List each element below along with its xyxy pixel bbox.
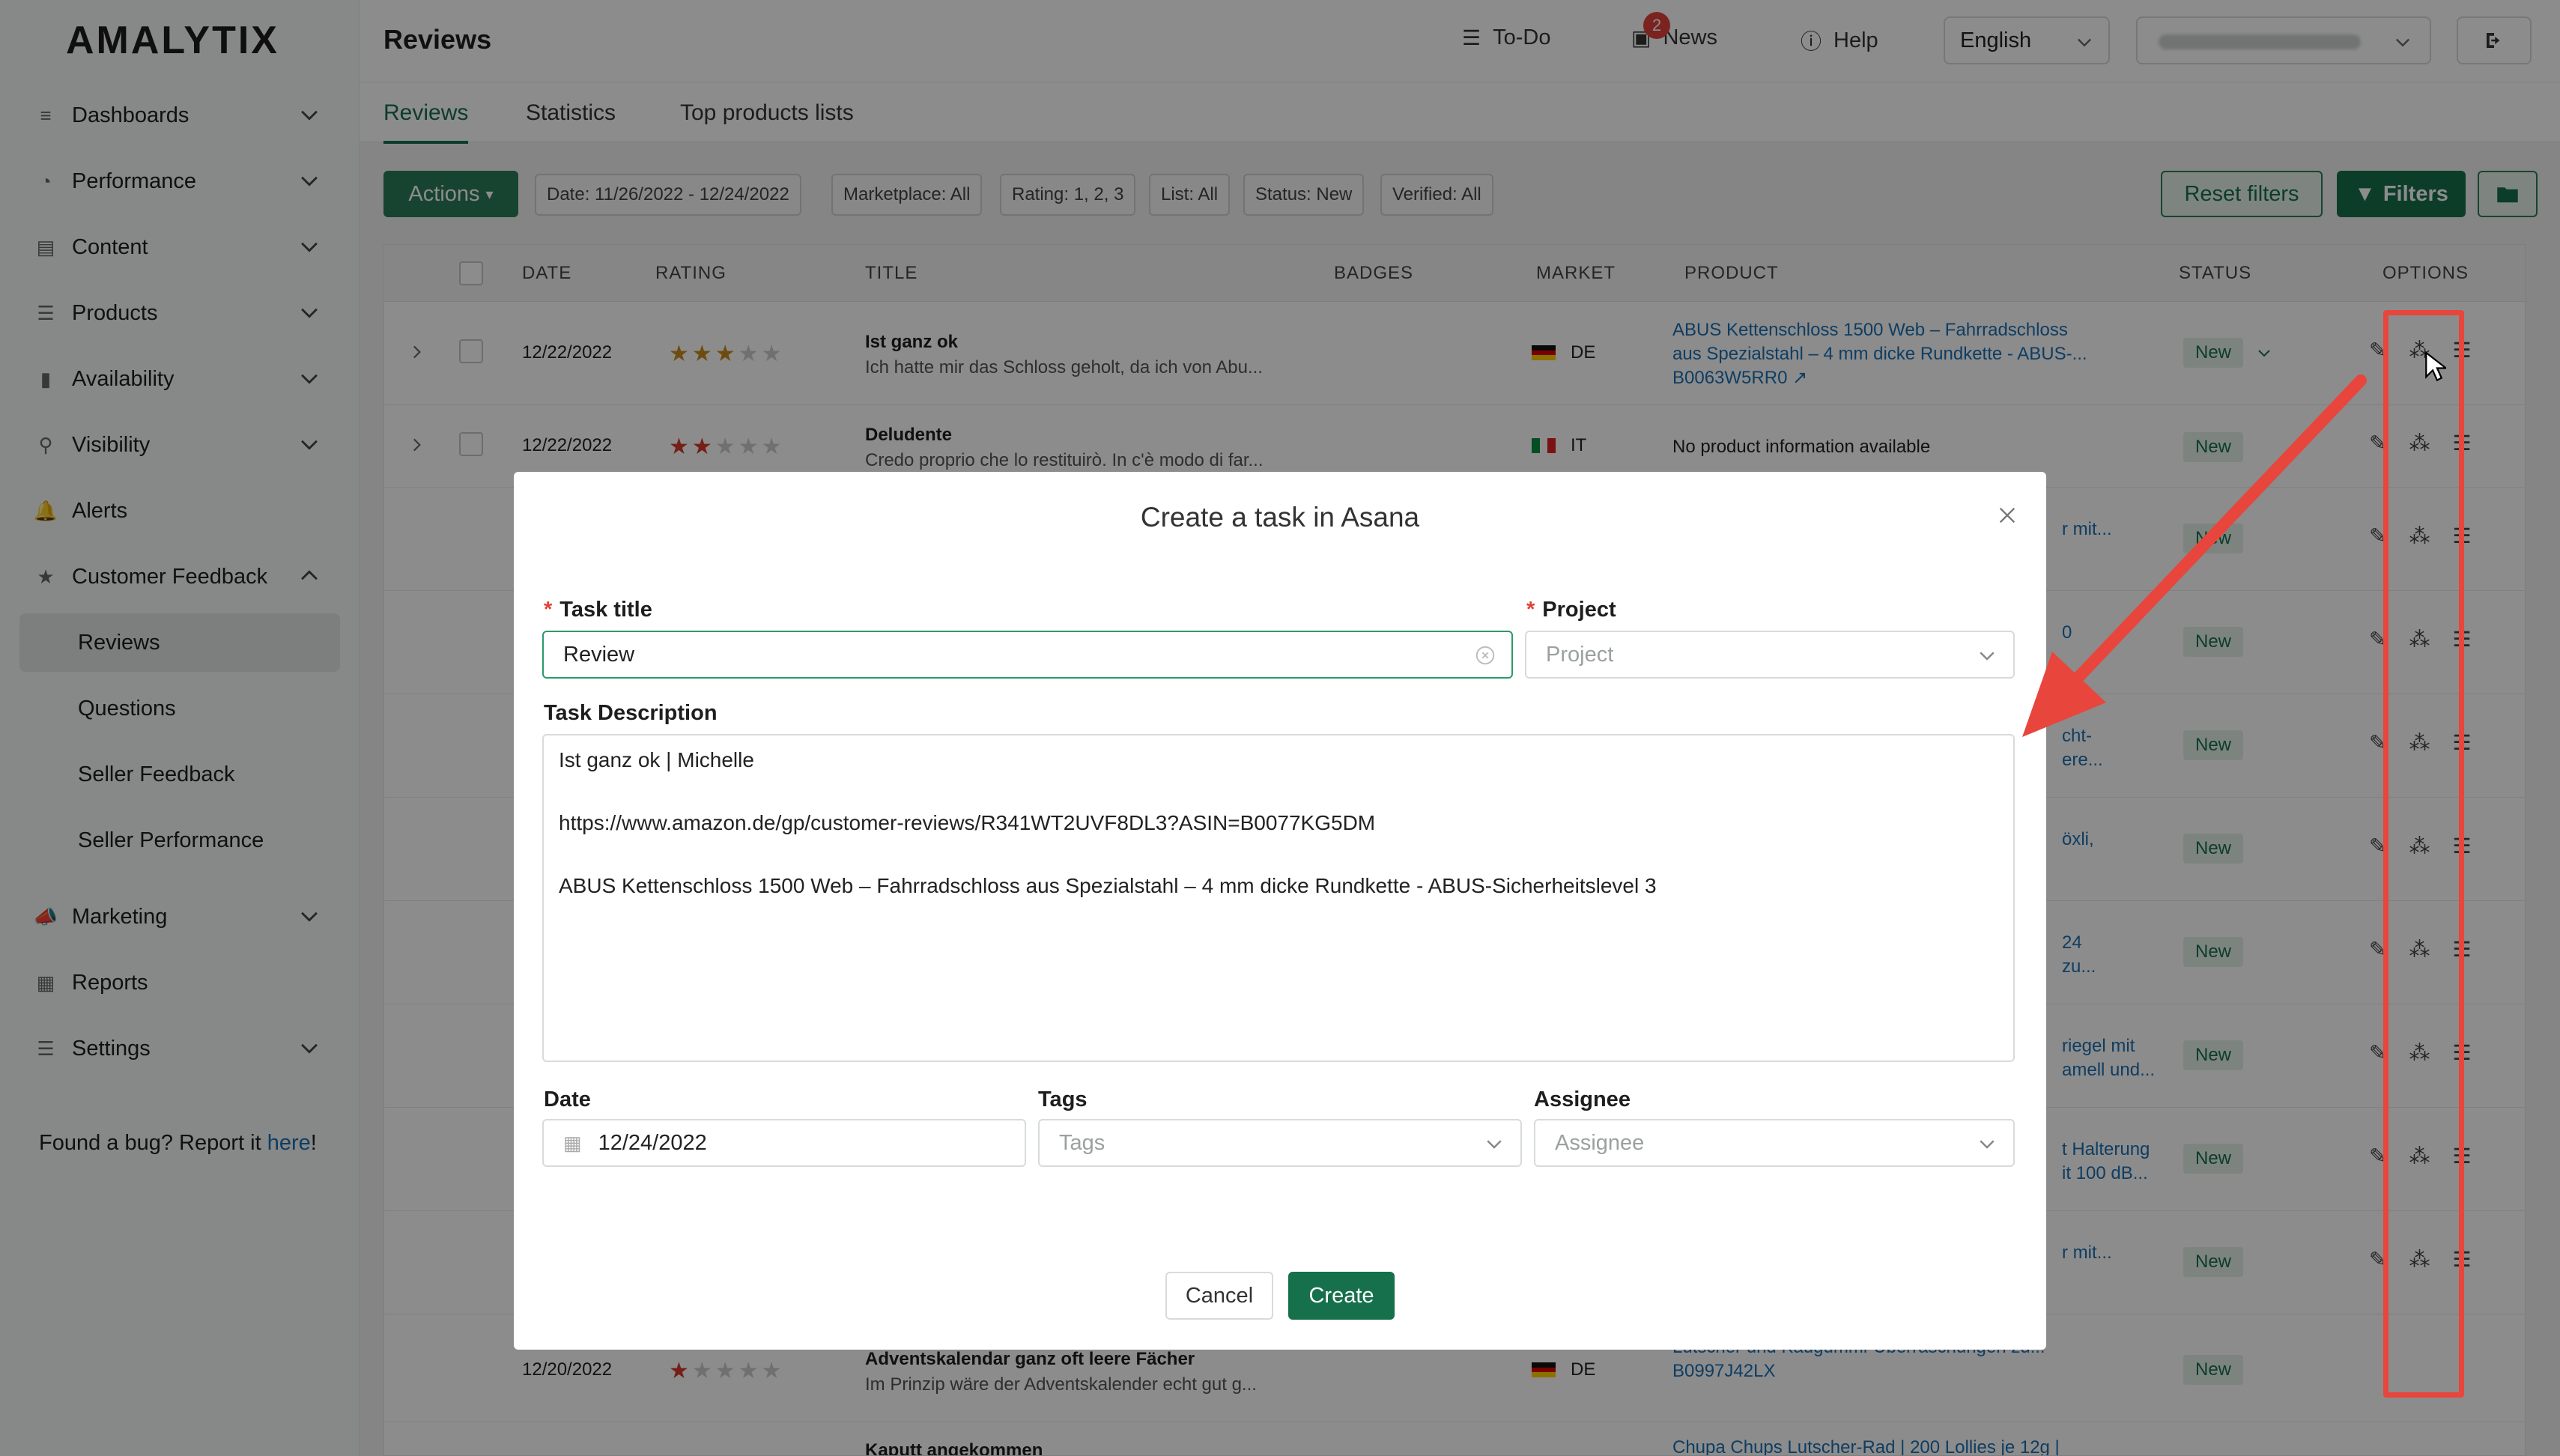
tags-placeholder: Tags bbox=[1059, 1130, 1105, 1155]
assignee-select[interactable]: Assignee bbox=[1534, 1119, 2015, 1167]
create-button[interactable]: Create bbox=[1288, 1272, 1395, 1320]
chevron-down-icon bbox=[1980, 1140, 1995, 1149]
date-label: Date bbox=[544, 1088, 591, 1111]
asana-task-modal: Create a task in Asana * Task title Revie… bbox=[514, 472, 2046, 1350]
task-description-textarea[interactable]: Ist ganz ok | Michelle https://www.amazo… bbox=[542, 734, 2015, 1062]
tags-label: Tags bbox=[1038, 1088, 1088, 1111]
project-label-text: Project bbox=[1542, 598, 1616, 622]
assignee-label: Assignee bbox=[1534, 1088, 1631, 1111]
project-placeholder: Project bbox=[1546, 642, 1614, 667]
clear-icon[interactable] bbox=[1474, 644, 1496, 667]
assignee-placeholder: Assignee bbox=[1555, 1130, 1645, 1155]
chevron-down-icon bbox=[1487, 1140, 1502, 1149]
cancel-button[interactable]: Cancel bbox=[1165, 1272, 1273, 1320]
modal-title: Create a task in Asana bbox=[1140, 502, 1420, 533]
mouse-cursor-icon bbox=[2425, 351, 2446, 382]
date-picker-input[interactable]: ▦ 12/24/2022 bbox=[542, 1119, 1026, 1167]
chevron-down-icon bbox=[1980, 652, 1995, 661]
task-description-label: Task Description bbox=[544, 701, 718, 725]
date-value: 12/24/2022 bbox=[598, 1130, 707, 1155]
task-title-input[interactable]: Review bbox=[542, 631, 1513, 679]
close-icon[interactable] bbox=[1995, 503, 2019, 527]
project-select[interactable]: Project bbox=[1525, 631, 2015, 679]
project-label: * Project bbox=[1526, 598, 1616, 622]
tags-select[interactable]: Tags bbox=[1038, 1119, 1522, 1167]
task-title-label-text: Task title bbox=[559, 598, 652, 622]
task-title-value: Review bbox=[563, 642, 635, 667]
app-root: AMALYTIX ≡ Dashboards ◔ Performance ▤ Co… bbox=[0, 0, 2560, 1456]
calendar-icon: ▦ bbox=[563, 1131, 582, 1154]
task-title-label: * Task title bbox=[544, 598, 652, 622]
options-column-highlight bbox=[2383, 310, 2464, 1398]
